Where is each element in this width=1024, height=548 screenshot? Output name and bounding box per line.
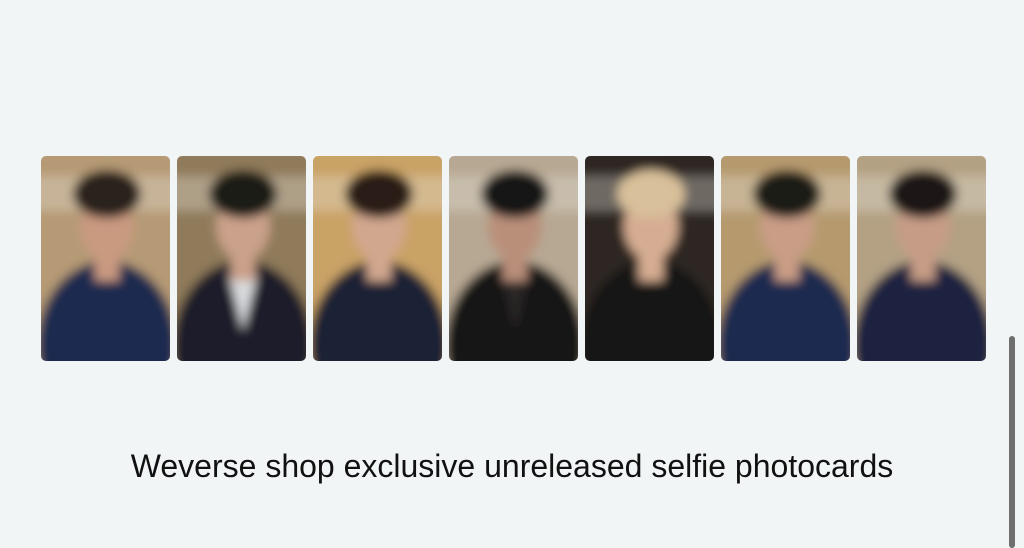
photocard-row	[41, 156, 986, 361]
photocard-7[interactable]	[857, 156, 986, 361]
photocard-4[interactable]	[449, 156, 578, 361]
photocard-3-image	[313, 156, 442, 361]
photocard-2[interactable]	[177, 156, 306, 361]
photocard-1[interactable]	[41, 156, 170, 361]
photocard-5[interactable]	[585, 156, 714, 361]
photocards-caption: Weverse shop exclusive unreleased selfie…	[130, 448, 894, 484]
photocard-6[interactable]	[721, 156, 850, 361]
photocard-4-image	[449, 156, 578, 361]
photocard-1-image	[41, 156, 170, 361]
page: Weverse shop exclusive unreleased selfie…	[0, 0, 1024, 548]
photocard-5-image	[585, 156, 714, 361]
photocard-7-image	[857, 156, 986, 361]
photocard-6-image	[721, 156, 850, 361]
photocard-3[interactable]	[313, 156, 442, 361]
photocard-2-image	[177, 156, 306, 361]
vertical-scrollbar[interactable]	[1009, 336, 1015, 548]
